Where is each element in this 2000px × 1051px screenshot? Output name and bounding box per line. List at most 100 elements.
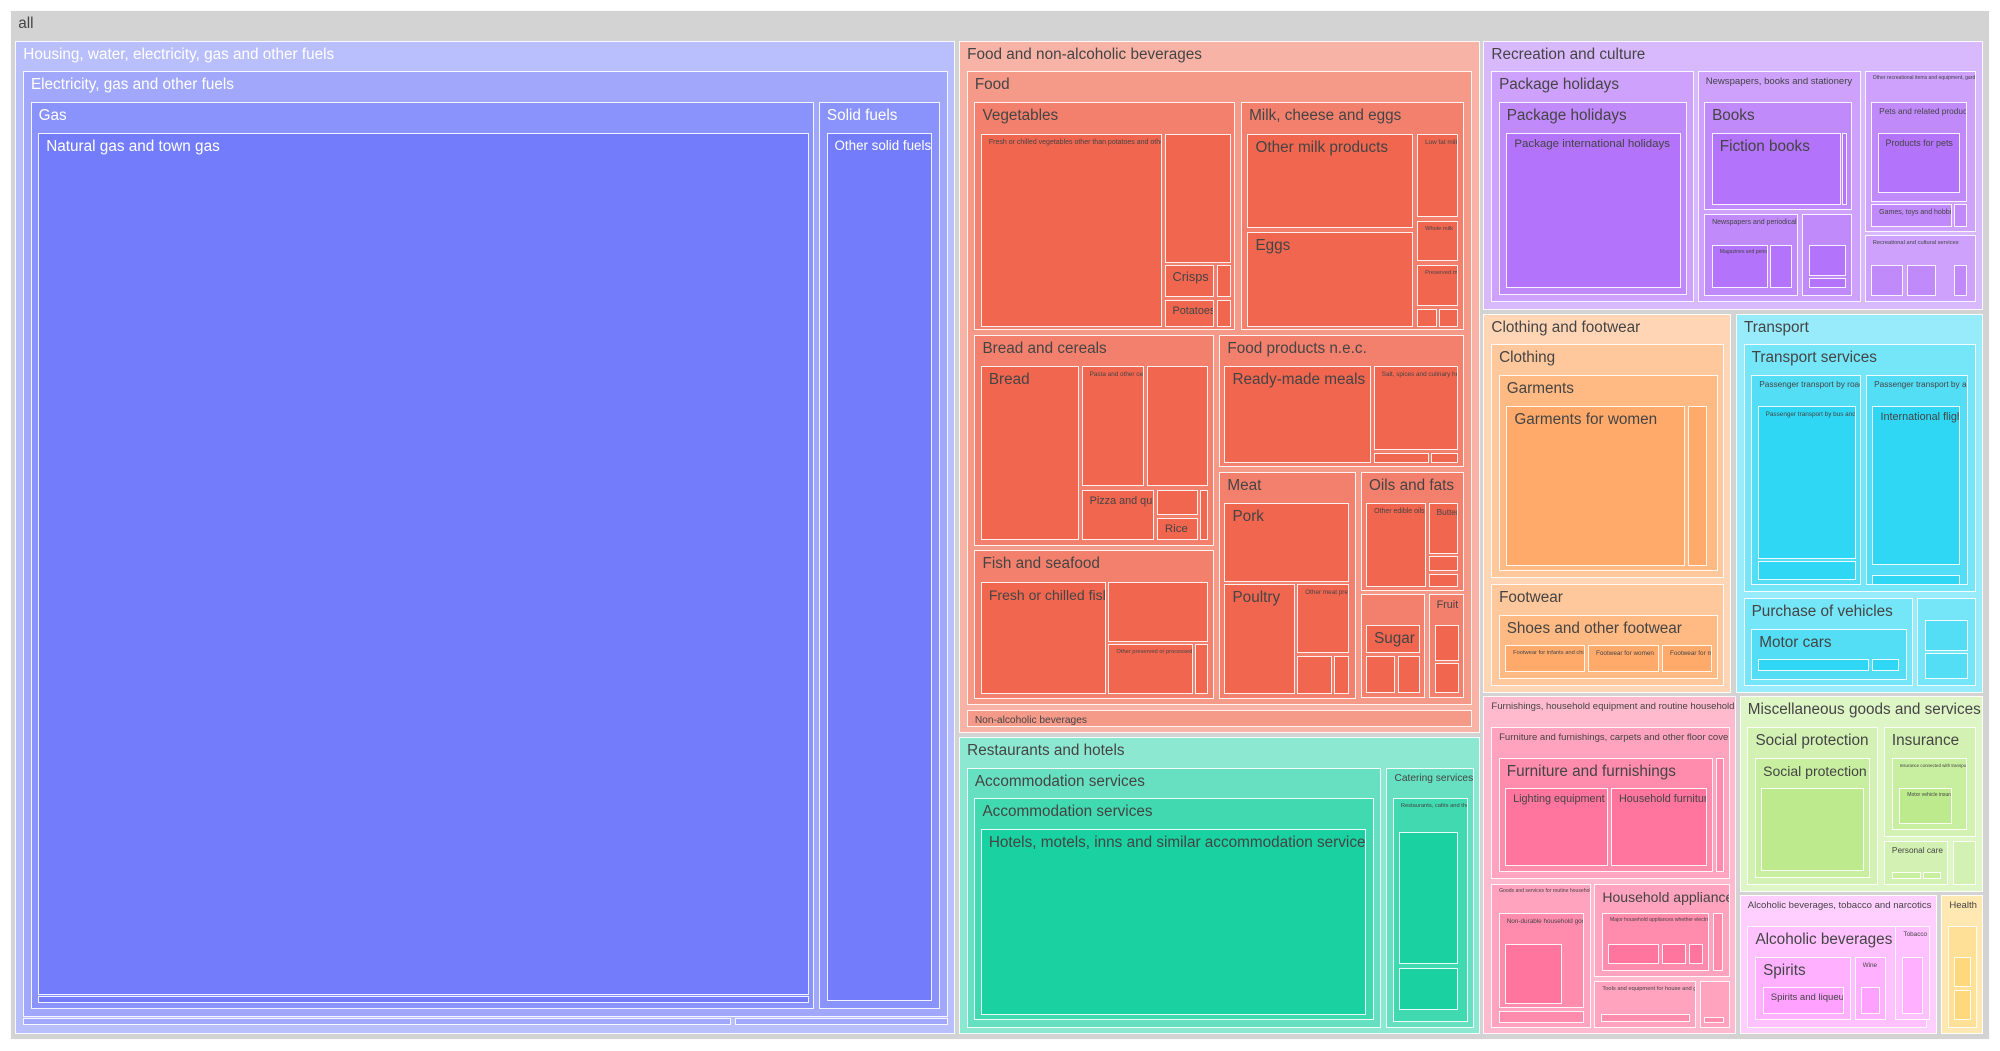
treemap-node-sugar[interactable]: Sugar xyxy=(1366,625,1420,654)
treemap-node-nonalc[interactable]: Non-alcoholic beverages xyxy=(966,710,1472,728)
treemap-node-lowfatmilk[interactable]: Low fat milk xyxy=(1417,133,1458,217)
treemap-node-pizza[interactable]: Pizza and quiche xyxy=(1081,489,1155,540)
treemap-node-sugar-3[interactable] xyxy=(1397,655,1420,693)
treemap-node-motorcars-3[interactable] xyxy=(1872,659,1900,671)
treemap-node-veg-2[interactable] xyxy=(1164,133,1231,263)
treemap-node-appl-4[interactable] xyxy=(1713,913,1724,971)
treemap-node-statn-3[interactable] xyxy=(1808,278,1846,289)
treemap-node-vegfresh[interactable]: Fresh or chilled vegetables other than p… xyxy=(980,133,1162,327)
treemap-node-wholemilk[interactable]: Whole milk xyxy=(1417,220,1458,262)
treemap-label-othermilk: Other milk products xyxy=(1255,138,1389,156)
treemap-node-reccult-2[interactable] xyxy=(1906,265,1937,296)
treemap-node-driedfish[interactable]: Other preserved or processed fish xyxy=(1108,644,1193,694)
treemap-node-vehicles-4[interactable] xyxy=(1924,653,1969,679)
treemap-node-furniture-2[interactable] xyxy=(1715,757,1725,873)
treemap-node-games-2[interactable] xyxy=(1954,204,1967,228)
treemap-node-health-4[interactable] xyxy=(1954,989,1971,1021)
treemap-node-bread-2[interactable] xyxy=(1146,366,1208,486)
treemap-node-reccult-3[interactable] xyxy=(1954,265,1967,296)
treemap-node-reccult-1[interactable] xyxy=(1871,265,1904,296)
treemap-node-garments-2[interactable] xyxy=(1687,405,1707,567)
treemap-node-veg-3[interactable] xyxy=(1216,265,1231,298)
treemap-node-pasta[interactable]: Pasta and other cereals xyxy=(1081,366,1145,486)
treemap-node-housing-misc-2[interactable] xyxy=(734,1017,948,1026)
treemap-node-buscoach[interactable]: Passenger transport by bus and coach xyxy=(1757,405,1856,559)
treemap-node-vehicles-3[interactable] xyxy=(1924,619,1969,651)
treemap-node-gas-misc-1[interactable] xyxy=(38,996,809,1003)
treemap-node-veg-4[interactable] xyxy=(1216,299,1231,327)
treemap-node-poultry[interactable]: Poultry xyxy=(1224,584,1295,694)
treemap-node-cafe-2[interactable] xyxy=(1399,968,1458,1011)
treemap-node-spiritsliq[interactable]: Spirits and liqueurs xyxy=(1762,987,1845,1015)
treemap-node-potatoes[interactable]: Potatoes xyxy=(1164,299,1215,327)
treemap-node-newsper-2[interactable] xyxy=(1770,244,1793,289)
treemap-node-butter[interactable]: Butter xyxy=(1428,502,1458,554)
treemap-node-magazines[interactable]: Magazines and periodicals xyxy=(1711,244,1768,289)
treemap-node-fruit-2[interactable] xyxy=(1434,625,1460,661)
treemap-node-othermeat[interactable]: Other meat preparations xyxy=(1297,584,1350,654)
treemap-node-hhfurniture[interactable]: Household furniture xyxy=(1610,788,1707,867)
treemap-node-meat-3[interactable] xyxy=(1334,655,1350,694)
treemap-node-games[interactable]: Games, toys and hobbies xyxy=(1871,204,1952,228)
treemap-node-fish-3[interactable] xyxy=(1195,644,1208,694)
treemap-node-natgas[interactable]: Natural gas and town gas xyxy=(38,132,809,995)
treemap-node-personal-3[interactable] xyxy=(1923,872,1942,879)
treemap-node-tools-2[interactable] xyxy=(1600,1014,1691,1022)
treemap-node-readymeals[interactable]: Ready-made meals xyxy=(1224,366,1372,463)
treemap-node-sugar-2[interactable] xyxy=(1366,655,1396,693)
treemap-node-tobacco-2[interactable] xyxy=(1901,956,1924,1015)
treemap-node-motorins[interactable]: Motor vehicle insurance xyxy=(1899,788,1952,824)
treemap-node-fwwomen[interactable]: Footwear for women xyxy=(1588,645,1660,673)
treemap-node-milk-misc-1[interactable] xyxy=(1417,308,1438,327)
treemap-node-foodnec-3[interactable] xyxy=(1431,452,1458,463)
treemap-node-othermilk[interactable]: Other milk products xyxy=(1247,133,1414,229)
treemap-node-oils-2[interactable] xyxy=(1428,556,1458,572)
treemap-node-fiction[interactable]: Fiction books xyxy=(1711,132,1841,206)
treemap-node-saltspices[interactable]: Salt, spices and culinary herbs xyxy=(1373,366,1458,451)
treemap-node-pkgintl[interactable]: Package international holidays xyxy=(1506,132,1682,289)
treemap-node-road-2[interactable] xyxy=(1757,561,1856,581)
treemap-node-air-2[interactable] xyxy=(1872,575,1961,586)
treemap-node-bread-3[interactable] xyxy=(1156,489,1198,516)
treemap-node-otheroils[interactable]: Other edible oils xyxy=(1366,502,1426,587)
treemap-node-bread[interactable]: Bread xyxy=(980,366,1080,540)
treemap-node-goods-2[interactable] xyxy=(1498,1011,1585,1023)
treemap-node-housing-misc-1[interactable] xyxy=(22,1017,731,1026)
treemap-node-appl-2[interactable] xyxy=(1661,943,1687,965)
treemap-node-statn-2[interactable] xyxy=(1808,244,1846,276)
treemap-node-misc-2[interactable] xyxy=(1952,840,1976,886)
treemap-node-intlflights[interactable]: International flights xyxy=(1872,405,1961,566)
treemap-node-meat-2[interactable] xyxy=(1297,655,1332,694)
treemap-node-health-3[interactable] xyxy=(1954,956,1971,988)
treemap-node-motorcars[interactable]: Motor cars xyxy=(1751,628,1907,680)
treemap-node-crisps[interactable]: Crisps xyxy=(1164,265,1215,298)
treemap-node-milk-misc-2[interactable] xyxy=(1438,308,1458,327)
treemap-node-socialprot3[interactable] xyxy=(1761,788,1864,872)
treemap-node-preservedmilk[interactable]: Preserved milk xyxy=(1417,265,1458,307)
treemap-node-nondurable-2[interactable] xyxy=(1505,943,1563,1004)
treemap-node-garmentswomen[interactable]: Garments for women xyxy=(1506,405,1685,567)
treemap-node-wine-2[interactable] xyxy=(1860,987,1881,1015)
treemap-node-motorcars-2[interactable] xyxy=(1757,659,1869,671)
treemap-node-furnish-3[interactable] xyxy=(1704,1016,1725,1023)
treemap-node-eggs[interactable]: Eggs xyxy=(1247,232,1414,327)
treemap-node-appl-1[interactable] xyxy=(1608,943,1660,965)
treemap-node-bread-4[interactable] xyxy=(1200,489,1208,540)
treemap-node-hotels[interactable]: Hotels, motels, inns and similar accommo… xyxy=(980,829,1367,1016)
treemap-node-personal-2[interactable] xyxy=(1891,872,1921,879)
treemap-node-cafe-1[interactable] xyxy=(1399,831,1458,965)
treemap-node-appl-3[interactable] xyxy=(1688,943,1703,965)
treemap-node-fwinfants[interactable]: Footwear for infants and children xyxy=(1505,645,1586,673)
treemap-node-books-2[interactable] xyxy=(1841,132,1847,206)
treemap-node-oils-3[interactable] xyxy=(1428,573,1458,587)
treemap-node-freshfish[interactable]: Fresh or chilled fish xyxy=(980,581,1106,694)
treemap-node-lighting[interactable]: Lighting equipment xyxy=(1505,788,1609,867)
treemap-node-petproducts[interactable]: Products for pets xyxy=(1877,132,1961,193)
treemap-node-rice[interactable]: Rice xyxy=(1156,517,1198,540)
treemap-node-fish-2[interactable] xyxy=(1108,581,1208,642)
treemap-node-fruit-3[interactable] xyxy=(1434,663,1460,693)
treemap-node-othersolid[interactable]: Other solid fuels xyxy=(826,132,933,1002)
treemap-node-pork[interactable]: Pork xyxy=(1224,502,1350,582)
treemap-node-foodnec-2[interactable] xyxy=(1373,452,1429,463)
treemap-node-fwmen[interactable]: Footwear for men xyxy=(1661,645,1712,673)
